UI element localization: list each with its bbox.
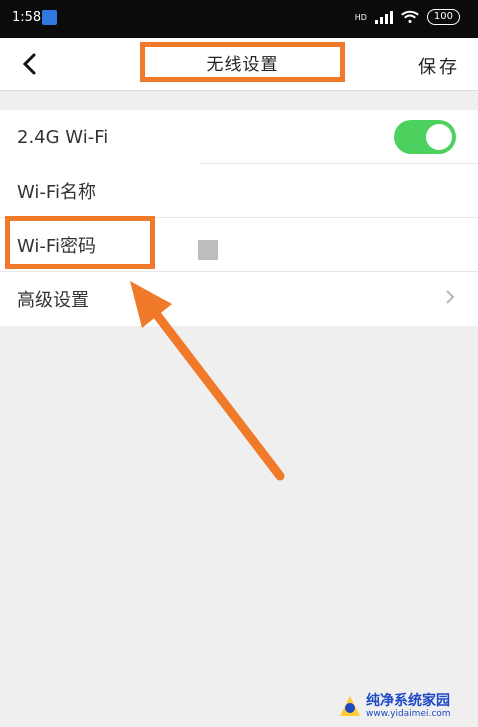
status-icons: HD 100 xyxy=(355,9,460,25)
list-item-wifi-name[interactable]: Wi-Fi名称 xyxy=(0,164,478,218)
navigation-bar: 无线设置 保存 xyxy=(0,38,478,91)
app-notification-icon xyxy=(42,10,57,25)
watermark-title: 纯净系统家园 xyxy=(366,693,450,709)
list-item-wifi-24g[interactable]: 2.4G Wi-Fi xyxy=(0,110,478,164)
password-value[interactable] xyxy=(198,240,218,260)
wifi-name-label: Wi-Fi名称 xyxy=(17,182,96,203)
network-label: HD xyxy=(354,12,367,22)
page-title: 无线设置 xyxy=(206,54,279,75)
save-button[interactable]: 保存 xyxy=(418,53,460,79)
status-time: 1:58 xyxy=(12,10,42,25)
page-title-highlight: 无线设置 xyxy=(140,42,345,82)
watermark-logo-icon xyxy=(340,696,360,716)
annotation-arrow-icon xyxy=(130,281,285,481)
password-highlight-box xyxy=(5,216,155,269)
back-icon[interactable] xyxy=(18,50,42,78)
advanced-settings-label: 高级设置 xyxy=(17,290,89,311)
chevron-right-icon xyxy=(446,290,455,304)
toggle-knob xyxy=(426,124,452,150)
wifi-toggle[interactable] xyxy=(394,120,456,154)
status-bar: 1:58 HD 100 xyxy=(0,0,478,38)
wifi-24g-label: 2.4G Wi-Fi xyxy=(17,126,109,148)
wifi-icon xyxy=(401,10,419,23)
battery-indicator: 100 xyxy=(426,9,460,25)
watermark-url: www.yidaimei.com xyxy=(366,709,451,719)
signal-icon xyxy=(374,10,393,24)
watermark: 纯净系统家园 www.yidaimei.com xyxy=(338,690,473,722)
watermark-text: 纯净系统家园 www.yidaimei.com xyxy=(366,693,451,719)
